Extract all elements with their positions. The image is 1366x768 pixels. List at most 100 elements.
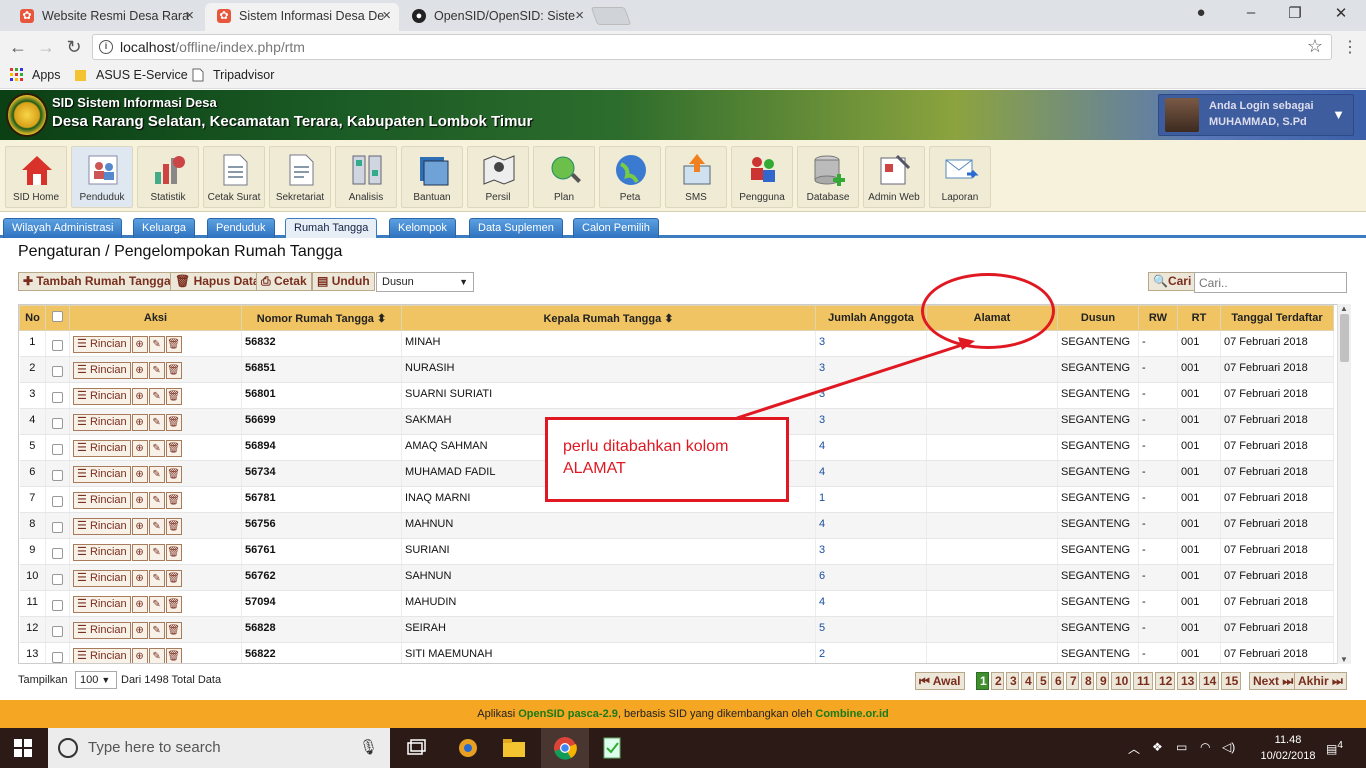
- tray-chevron-up-icon[interactable]: ︿: [1128, 740, 1140, 757]
- col-no[interactable]: No: [19, 305, 46, 331]
- module-pengguna[interactable]: Pengguna: [731, 146, 793, 208]
- module-sekretariat[interactable]: Sekretariat: [269, 146, 331, 208]
- wifi-icon[interactable]: ◠: [1200, 740, 1210, 754]
- reload-icon[interactable]: ↻: [62, 36, 86, 58]
- delete-button[interactable]: 🗑: [165, 388, 182, 405]
- tab-calon-pemilih[interactable]: Calon Pemilih: [573, 218, 659, 238]
- add-member-button[interactable]: ⊕: [131, 388, 148, 405]
- close-tab-icon[interactable]: ×: [185, 3, 194, 29]
- page-9-button[interactable]: 9: [1096, 672, 1109, 690]
- delete-button[interactable]: 🗑: [165, 336, 182, 353]
- delete-button[interactable]: 🗑: [165, 466, 182, 483]
- edit-button[interactable]: ✎: [148, 622, 165, 639]
- cell-jumlah-anggota[interactable]: 4: [815, 590, 927, 617]
- add-member-button[interactable]: ⊕: [131, 466, 148, 483]
- module-database[interactable]: Database: [797, 146, 859, 208]
- close-tab-icon[interactable]: ×: [575, 3, 584, 29]
- edit-button[interactable]: ✎: [148, 336, 165, 353]
- search-button[interactable]: 🔍Cari: [1148, 272, 1197, 291]
- cell-jumlah-anggota[interactable]: 4: [815, 434, 927, 461]
- cell-jumlah-anggota[interactable]: 3: [815, 538, 927, 565]
- add-member-button[interactable]: ⊕: [131, 336, 148, 353]
- rincian-button[interactable]: ☰ Rincian: [73, 622, 131, 639]
- tab-kelompok[interactable]: Kelompok: [389, 218, 456, 238]
- dropbox-icon[interactable]: ❖: [1152, 740, 1163, 754]
- page-4-button[interactable]: 4: [1021, 672, 1034, 690]
- address-bar[interactable]: i localhost/offline/index.php/rtm ☆: [92, 34, 1332, 60]
- windows-start-icon[interactable]: [14, 739, 32, 757]
- delete-data-button[interactable]: 🗑 Hapus Data: [170, 272, 265, 291]
- edit-button[interactable]: ✎: [148, 388, 165, 405]
- page-7-button[interactable]: 7: [1066, 672, 1079, 690]
- add-member-button[interactable]: ⊕: [131, 570, 148, 587]
- tab-penduduk[interactable]: Penduduk: [207, 218, 275, 238]
- add-member-button[interactable]: ⊕: [131, 440, 148, 457]
- system-clock[interactable]: 11.48 10/02/2018: [1258, 732, 1318, 764]
- app-icon[interactable]: [454, 734, 482, 762]
- page-2-button[interactable]: 2: [991, 672, 1004, 690]
- scrollbar-thumb[interactable]: [1340, 314, 1349, 362]
- edit-button[interactable]: ✎: [148, 570, 165, 587]
- select-all-checkbox[interactable]: [52, 311, 63, 322]
- taskbar-search[interactable]: Type here to search 🎙: [48, 728, 390, 768]
- notification-center-icon[interactable]: ▤4: [1326, 740, 1343, 756]
- dusun-filter-select[interactable]: Dusun ▼: [376, 272, 474, 292]
- row-checkbox[interactable]: [52, 418, 63, 429]
- tab-data-suplemen[interactable]: Data Suplemen: [469, 218, 563, 238]
- page-14-button[interactable]: 14: [1199, 672, 1219, 690]
- add-member-button[interactable]: ⊕: [131, 596, 148, 613]
- row-checkbox[interactable]: [52, 392, 63, 403]
- file-explorer-icon[interactable]: [500, 734, 528, 762]
- last-page-button[interactable]: Akhir ⏭: [1294, 672, 1347, 690]
- cell-jumlah-anggota[interactable]: 4: [815, 512, 927, 539]
- bookmark-asus[interactable]: ASUS E-Service: [74, 68, 188, 82]
- bookmark-apps[interactable]: Apps: [10, 68, 61, 82]
- row-checkbox[interactable]: [52, 522, 63, 533]
- add-member-button[interactable]: ⊕: [131, 492, 148, 509]
- chrome-taskbar-button[interactable]: [541, 728, 589, 768]
- module-analisis[interactable]: Analisis: [335, 146, 397, 208]
- chevron-down-icon[interactable]: ▼: [1332, 107, 1345, 122]
- delete-button[interactable]: 🗑: [165, 622, 182, 639]
- module-bantuan[interactable]: Bantuan: [401, 146, 463, 208]
- rincian-button[interactable]: ☰ Rincian: [73, 596, 131, 613]
- table-scrollbar[interactable]: ▲ ▼: [1337, 304, 1351, 664]
- add-household-button[interactable]: ✚ Tambah Rumah Tangga: [18, 272, 176, 291]
- delete-button[interactable]: 🗑: [165, 648, 182, 663]
- rincian-button[interactable]: ☰ Rincian: [73, 466, 131, 483]
- rincian-button[interactable]: ☰ Rincian: [73, 336, 131, 353]
- delete-button[interactable]: 🗑: [165, 544, 182, 561]
- rincian-button[interactable]: ☰ Rincian: [73, 414, 131, 431]
- module-admin-web[interactable]: Admin Web: [863, 146, 925, 208]
- add-member-button[interactable]: ⊕: [131, 648, 148, 663]
- edit-button[interactable]: ✎: [148, 544, 165, 561]
- page-10-button[interactable]: 10: [1111, 672, 1131, 690]
- row-checkbox[interactable]: [52, 548, 63, 559]
- scroll-down-icon[interactable]: ▼: [1340, 655, 1348, 664]
- module-statistik[interactable]: Statistik: [137, 146, 199, 208]
- tab-rumah-tangga[interactable]: Rumah Tangga: [285, 218, 378, 238]
- rincian-button[interactable]: ☰ Rincian: [73, 648, 131, 663]
- notepad-icon[interactable]: [598, 734, 626, 762]
- delete-button[interactable]: 🗑: [165, 570, 182, 587]
- cell-jumlah-anggota[interactable]: 1: [815, 486, 927, 513]
- delete-button[interactable]: 🗑: [165, 492, 182, 509]
- new-tab-button[interactable]: [590, 7, 632, 25]
- tab-wilayah-administrasi[interactable]: Wilayah Administrasi: [3, 218, 123, 238]
- add-member-button[interactable]: ⊕: [131, 544, 148, 561]
- battery-icon[interactable]: ▭: [1176, 740, 1187, 754]
- footer-app-link[interactable]: OpenSID pasca-2.9: [518, 708, 618, 720]
- module-peta[interactable]: Peta: [599, 146, 661, 208]
- edit-button[interactable]: ✎: [148, 414, 165, 431]
- row-checkbox[interactable]: [52, 600, 63, 611]
- rincian-button[interactable]: ☰ Rincian: [73, 388, 131, 405]
- page-12-button[interactable]: 12: [1155, 672, 1175, 690]
- page-1-button[interactable]: 1: [976, 672, 989, 690]
- rincian-button[interactable]: ☰ Rincian: [73, 570, 131, 587]
- row-checkbox[interactable]: [52, 366, 63, 377]
- col-nomor-rumah-tangga[interactable]: Nomor Rumah Tangga ⬍: [241, 305, 402, 331]
- back-arrow-icon[interactable]: ←: [6, 36, 30, 58]
- col-select-all[interactable]: [45, 305, 70, 331]
- edit-button[interactable]: ✎: [148, 440, 165, 457]
- rincian-button[interactable]: ☰ Rincian: [73, 440, 131, 457]
